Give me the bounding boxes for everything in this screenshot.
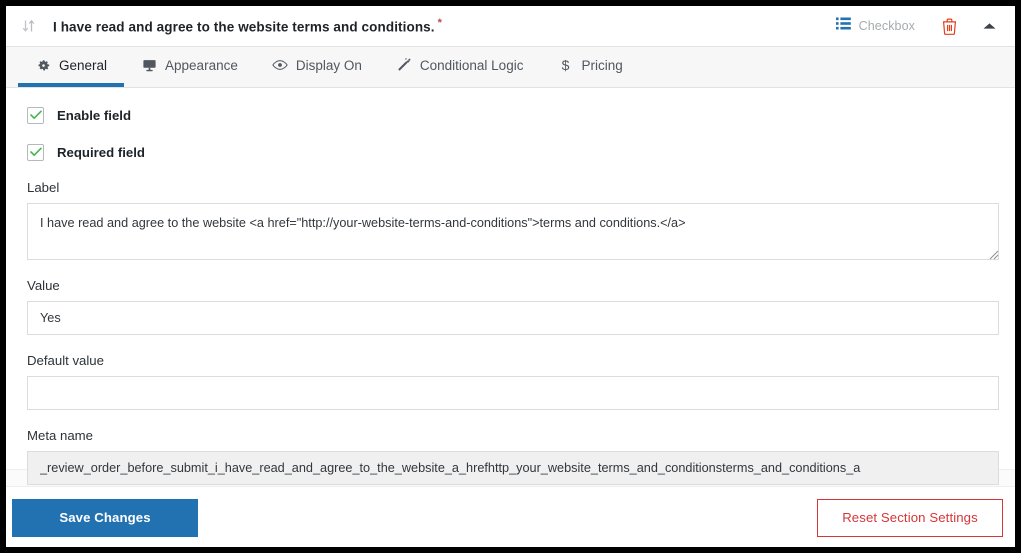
list-checkbox-icon — [835, 17, 851, 35]
label-textarea[interactable] — [27, 203, 999, 260]
field-type-label: Checkbox — [858, 19, 915, 33]
sort-drag-icon[interactable] — [16, 13, 42, 39]
meta-name-field-group: Meta name — [27, 428, 999, 485]
label-textarea-wrap — [27, 203, 999, 260]
default-value-field-label: Default value — [27, 353, 104, 368]
panel-header-actions: Checkbox — [835, 12, 1003, 40]
tab-conditional-logic[interactable]: Conditional Logic — [379, 47, 541, 87]
tab-appearance[interactable]: Appearance — [124, 47, 255, 87]
field-type-badge: Checkbox — [835, 17, 915, 35]
label-field-label: Label — [27, 180, 60, 195]
required-field-label: Required field — [57, 144, 145, 160]
dollar-icon: $ — [557, 57, 573, 73]
meta-name-input[interactable] — [27, 451, 999, 485]
default-value-field-group: Default value — [27, 353, 999, 410]
tab-pricing-label: Pricing — [581, 57, 623, 73]
enable-field-label: Enable field — [57, 107, 132, 123]
magic-wand-icon — [396, 57, 412, 73]
tab-display-on-label: Display On — [295, 57, 362, 73]
tab-display-on[interactable]: Display On — [255, 47, 379, 87]
field-title-text: I have read and agree to the website ter… — [53, 19, 435, 35]
monitor-icon — [141, 57, 157, 73]
required-marker: * — [437, 17, 443, 30]
field-settings-panel: I have read and agree to the website ter… — [6, 6, 1015, 547]
enable-field-row: Enable field — [27, 106, 994, 124]
general-tab-panel: Enable field Required field Label I have… — [6, 88, 1015, 485]
tab-general-label: General — [59, 57, 108, 73]
trash-icon[interactable] — [935, 12, 963, 40]
save-changes-button[interactable]: Save Changes — [12, 498, 198, 537]
required-field-checkbox[interactable] — [27, 143, 44, 161]
tab-pricing[interactable]: $ Pricing — [540, 47, 639, 87]
chevron-up-icon[interactable] — [975, 12, 1003, 40]
value-input[interactable] — [27, 301, 999, 335]
value-field-label: Value — [27, 278, 60, 293]
reset-section-settings-button[interactable]: Reset Section Settings — [817, 498, 1003, 537]
default-value-input[interactable] — [27, 376, 999, 410]
panel-header: I have read and agree to the website ter… — [6, 6, 1015, 47]
panel-footer: Save Changes Reset Section Settings — [6, 487, 1015, 547]
field-title: I have read and agree to the website ter… — [53, 17, 442, 35]
tab-general[interactable]: General — [18, 47, 125, 87]
enable-field-checkbox[interactable] — [27, 106, 44, 124]
tab-conditional-logic-label: Conditional Logic — [419, 57, 524, 73]
tab-appearance-label: Appearance — [165, 57, 238, 73]
gear-icon — [35, 57, 51, 73]
required-field-row: Required field — [27, 143, 994, 161]
settings-tabs: General Appearance Display On Conditiona… — [6, 47, 1015, 88]
label-field-group: Label — [27, 180, 999, 260]
svg-text:$: $ — [562, 57, 570, 73]
value-field-group: Value — [27, 278, 999, 335]
eye-icon — [272, 57, 288, 73]
meta-name-field-label: Meta name — [27, 428, 93, 443]
